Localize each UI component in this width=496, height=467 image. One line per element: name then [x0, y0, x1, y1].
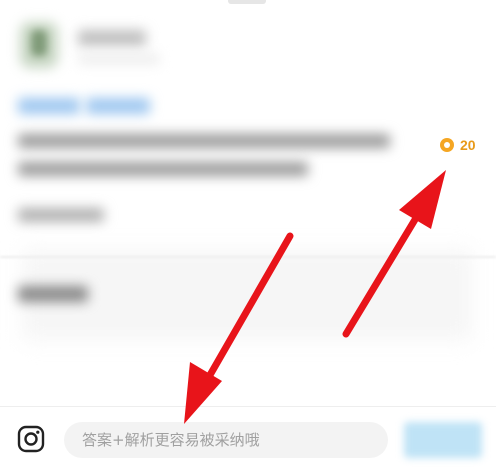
answer-input[interactable] — [64, 422, 388, 458]
question-text-line — [18, 162, 308, 176]
user-subtitle — [78, 54, 160, 64]
camera-icon[interactable] — [16, 424, 46, 454]
avatar-figure — [31, 30, 47, 56]
question-tag[interactable] — [18, 98, 80, 114]
top-handle — [228, 0, 266, 4]
section-heading — [18, 286, 88, 302]
question-text-line — [18, 134, 390, 148]
question-tag[interactable] — [86, 98, 150, 114]
submit-button[interactable] — [404, 422, 482, 458]
reward-value: 20 — [460, 137, 476, 153]
reward-badge: 20 — [440, 137, 476, 153]
coin-icon — [440, 138, 454, 152]
answer-section-background — [22, 250, 472, 340]
question-detail-page: 20 — [0, 0, 496, 467]
annotation-arrows — [184, 170, 446, 424]
divider — [0, 256, 496, 258]
question-meta — [18, 208, 104, 222]
username[interactable] — [78, 30, 146, 46]
